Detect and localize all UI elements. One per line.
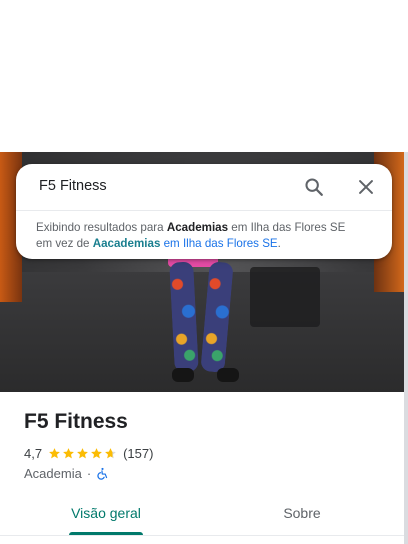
star-icon	[63, 447, 74, 458]
search-input[interactable]: F5 Fitness	[39, 178, 107, 194]
suggestion-middle: em vez de	[36, 237, 93, 250]
suggestion-prefix: Exibindo resultados para	[36, 221, 167, 234]
review-count[interactable]: (157)	[123, 446, 153, 461]
tabs-divider	[0, 535, 404, 536]
tab-selected-indicator	[69, 532, 143, 535]
photo-gym-machine	[250, 267, 320, 327]
photo-floor	[0, 272, 404, 392]
star-icon	[105, 447, 116, 458]
blank-header-area	[0, 0, 408, 152]
search-icon[interactable]	[303, 176, 325, 198]
search-divider	[16, 210, 392, 211]
photo-person-shoe-right	[217, 368, 239, 382]
suggestion-original-term[interactable]: Aacademias	[93, 237, 161, 250]
search-card: F5 Fitness Exibindo resultados para Acad…	[16, 164, 392, 259]
place-category[interactable]: Academia	[24, 466, 82, 481]
scrollbar-track[interactable]	[404, 152, 408, 544]
search-instead-link[interactable]: Aacademias em Ilha das Flores SE	[93, 237, 278, 250]
suggestion-suffix: .	[277, 237, 281, 250]
star-icon	[49, 447, 60, 458]
place-title: F5 Fitness	[24, 410, 128, 433]
search-bar[interactable]: F5 Fitness	[16, 164, 392, 210]
place-tabs: Visão geral Sobre	[0, 500, 404, 544]
star-rating	[48, 447, 118, 460]
star-icon	[77, 447, 88, 458]
spelling-suggestion: Exibindo resultados para Academias em Il…	[36, 220, 381, 252]
close-icon[interactable]	[355, 176, 377, 198]
suggestion-corrected-term: Academias	[166, 221, 229, 234]
rating-row[interactable]: 4,7 (157)	[24, 445, 153, 461]
star-icon	[91, 447, 102, 458]
wheelchair-icon	[96, 467, 109, 480]
suggestion-original-location[interactable]: em Ilha das Flores SE	[160, 237, 278, 250]
category-row: Academia ·	[24, 465, 109, 481]
photo-person-shoe-left	[172, 368, 194, 382]
rating-value: 4,7	[24, 445, 43, 461]
tab-overview[interactable]: Visão geral	[69, 500, 143, 544]
tab-about[interactable]: Sobre	[270, 500, 334, 544]
suggestion-corrected-location: em Ilha das Flores SE	[228, 221, 346, 234]
separator-dot: ·	[86, 465, 92, 481]
